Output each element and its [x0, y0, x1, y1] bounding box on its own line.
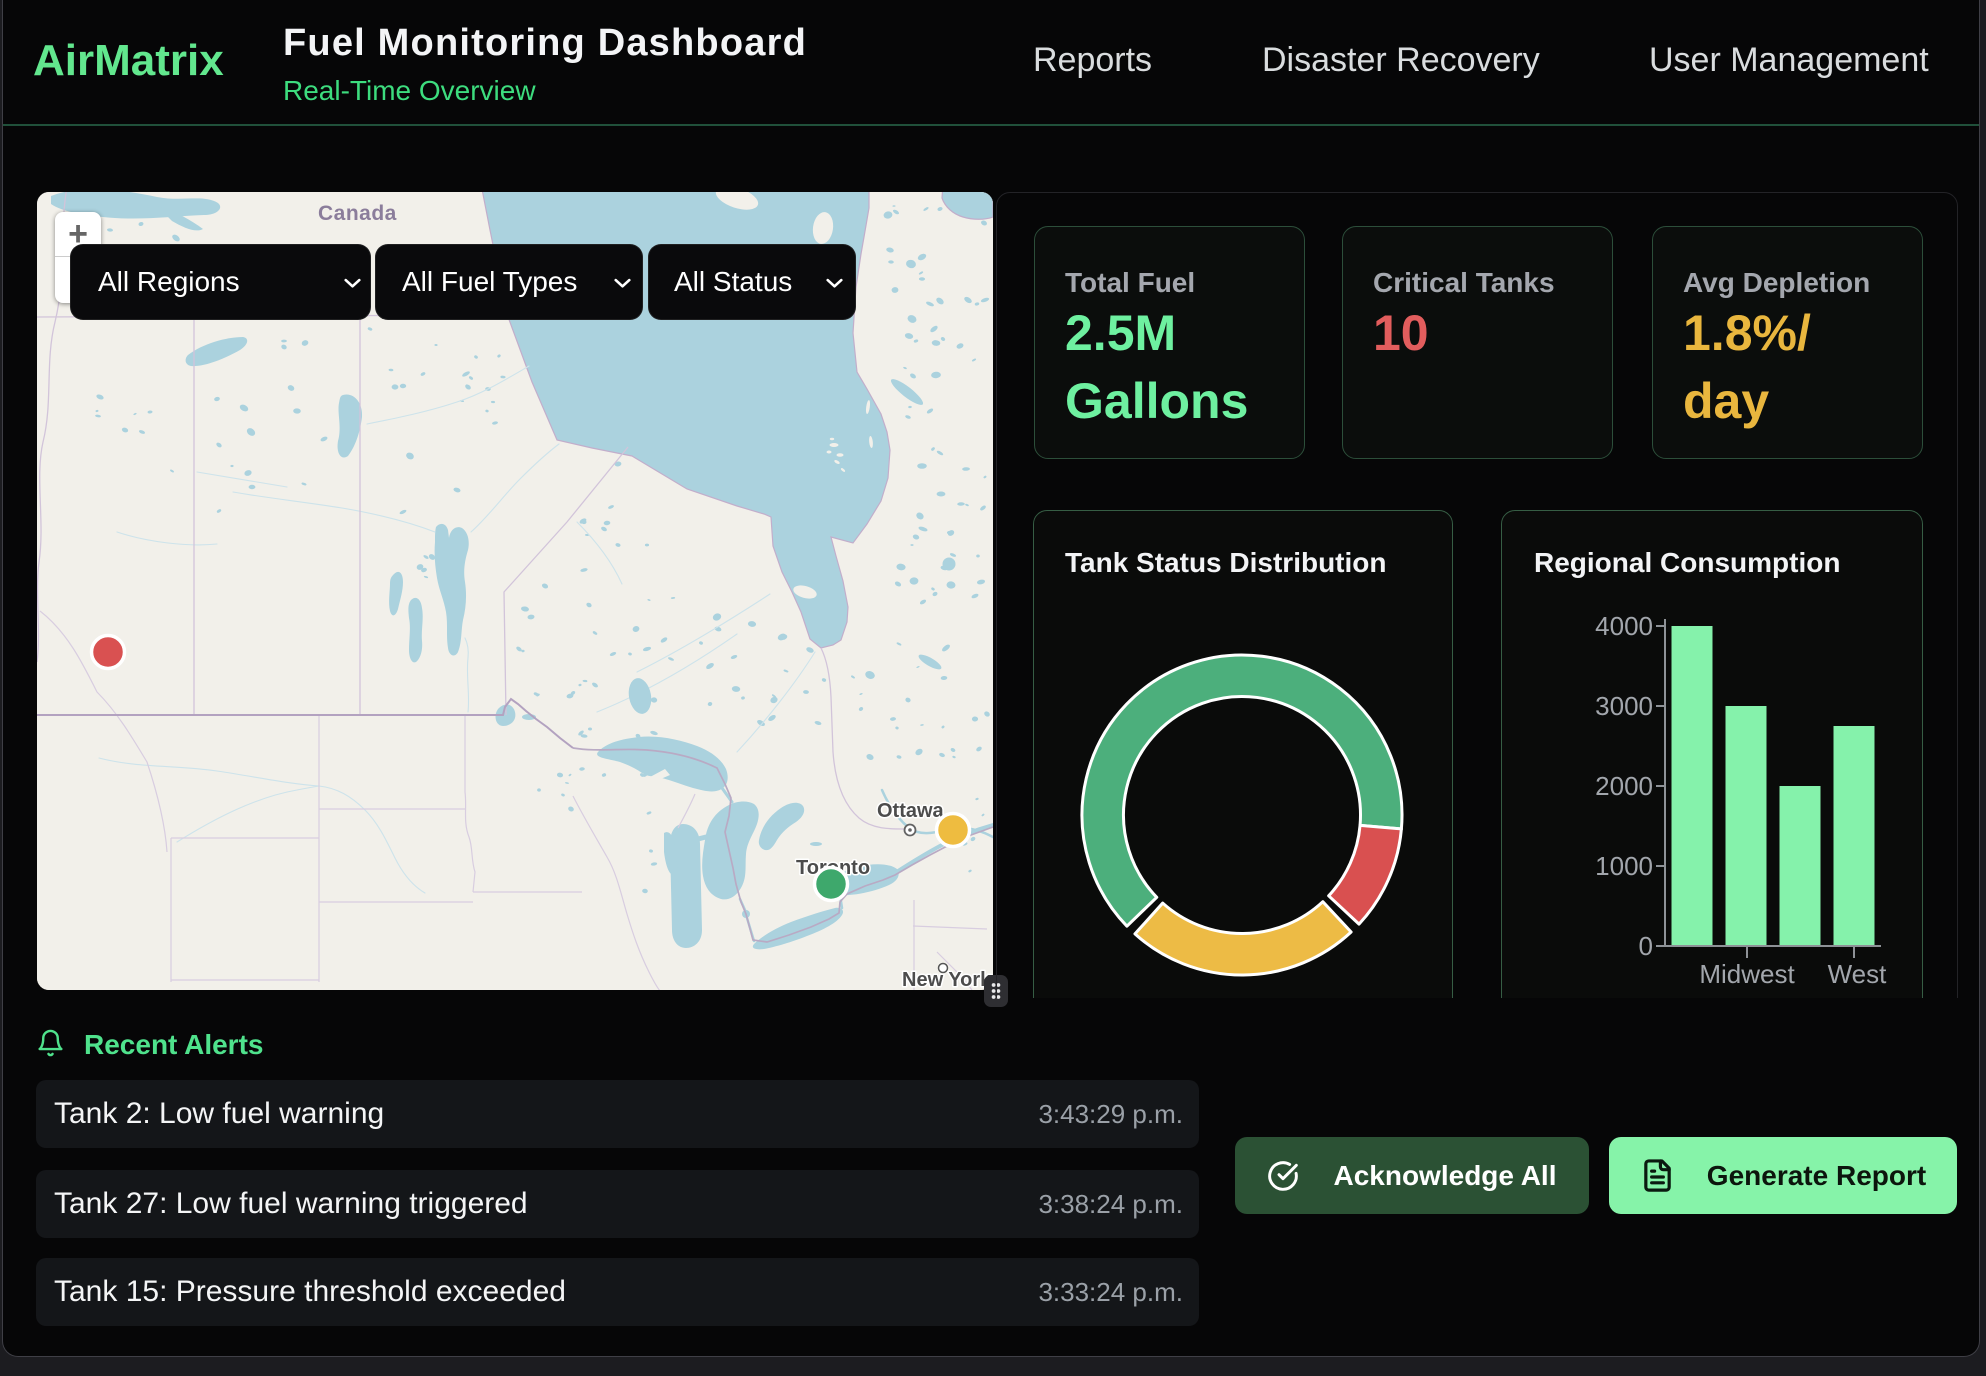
- svg-text:3000: 3000: [1595, 691, 1653, 721]
- svg-text:4000: 4000: [1595, 611, 1653, 641]
- svg-text:1000: 1000: [1595, 851, 1653, 881]
- svg-text:Canada: Canada: [318, 202, 397, 225]
- svg-text:0: 0: [1639, 931, 1653, 961]
- svg-text:West: West: [1828, 959, 1888, 989]
- svg-text:Ottawa: Ottawa: [877, 800, 945, 822]
- svg-text:New York: New York: [902, 969, 992, 990]
- svg-text:2000: 2000: [1595, 771, 1653, 801]
- svg-text:Midwest: Midwest: [1699, 959, 1795, 989]
